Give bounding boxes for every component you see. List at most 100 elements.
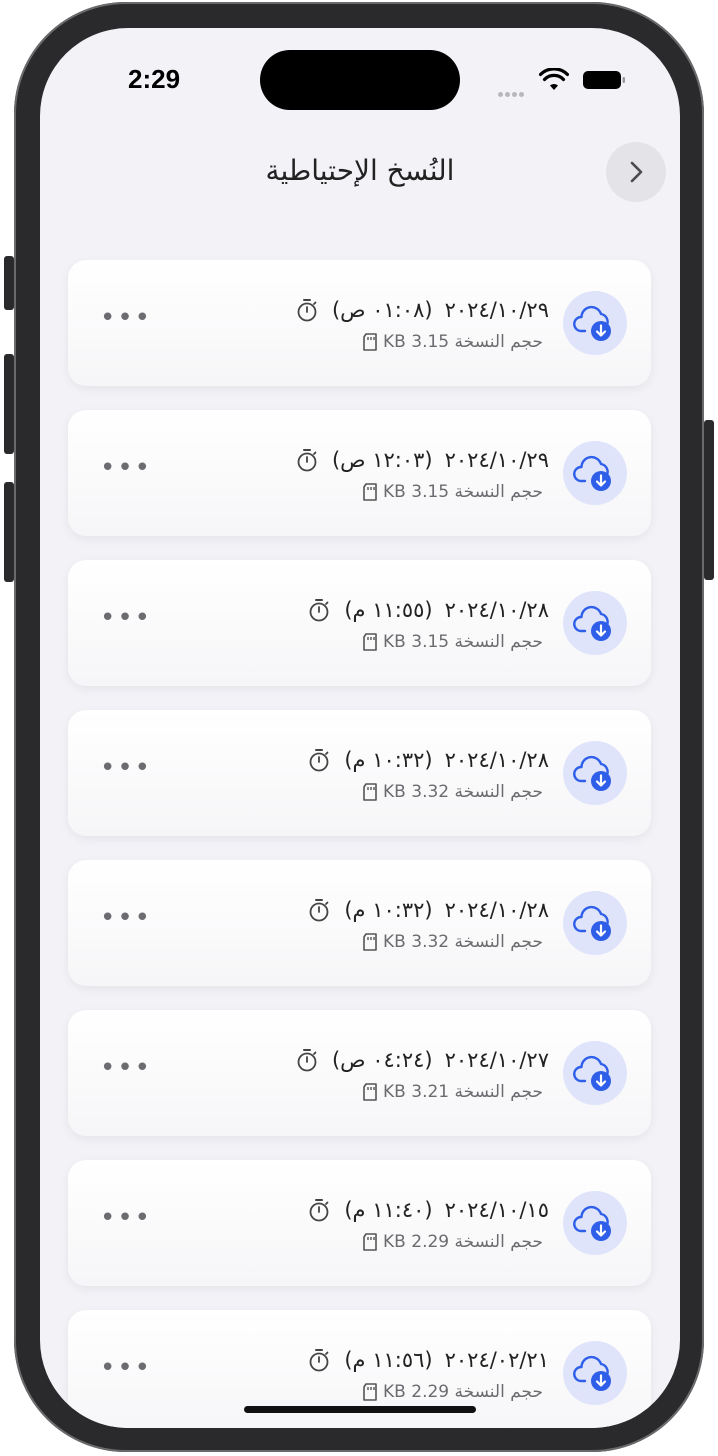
backup-card[interactable]: ٢٠٢٤/١٠/٢٧ (٠٤:٢٤ ص) حجم النسخة 3.21 KB …: [68, 1010, 651, 1136]
backup-time: (١١:٤٠ م): [344, 1198, 433, 1222]
status-time: 2:29: [128, 64, 181, 94]
power-button: [704, 420, 714, 580]
cloud-download-avatar: [563, 741, 627, 805]
more-options-button[interactable]: •••: [100, 305, 152, 331]
backup-size: حجم النسخة 2.29 KB: [383, 1382, 543, 1402]
timer-icon: [297, 1049, 317, 1072]
cloud-download-icon: [573, 455, 611, 491]
backup-time: (١٠:٣٢ م): [344, 898, 433, 922]
more-options-button[interactable]: •••: [100, 905, 152, 931]
backup-datetime: ٢٠٢٤/١٠/١٥ (١١:٤٠ م): [308, 1198, 549, 1222]
more-options-button[interactable]: •••: [100, 1205, 152, 1231]
sd-card-icon: [363, 783, 377, 801]
backup-size: حجم النسخة 2.29 KB: [383, 1232, 543, 1252]
backup-datetime: ٢٠٢٤/١٠/٢٨ (١٠:٣٢ م): [308, 898, 549, 922]
timer-icon: [309, 899, 329, 922]
backup-date: ٢٠٢٤/١٠/٢٨: [444, 898, 549, 922]
timer-icon: [309, 749, 329, 772]
backup-time: (٠١:٠٨ ص): [331, 298, 433, 322]
backup-time: (١٢:٠٣ ص): [331, 448, 433, 472]
backup-size: حجم النسخة 3.21 KB: [383, 1082, 543, 1102]
backup-size-row: حجم النسخة 2.29 KB: [362, 1232, 549, 1252]
backup-size: حجم النسخة 3.32 KB: [383, 932, 543, 952]
cloud-download-icon: [573, 1055, 611, 1091]
backup-size-row: حجم النسخة 3.21 KB: [362, 1082, 549, 1102]
backup-date: ٢٠٢٤/١٠/٢٧: [444, 1048, 549, 1072]
backup-date: ٢٠٢٤/١٠/١٥: [444, 1198, 549, 1222]
backup-datetime: ٢٠٢٤/١٠/٢٧ (٠٤:٢٤ ص): [296, 1048, 549, 1072]
silent-switch: [4, 256, 14, 310]
home-indicator[interactable]: [244, 1406, 476, 1413]
backup-card[interactable]: ٢٠٢٤/١٠/١٥ (١١:٤٠ م) حجم النسخة 2.29 KB …: [68, 1160, 651, 1286]
backup-time: (٠٤:٢٤ ص): [331, 1048, 433, 1072]
backup-date: ٢٠٢٤/١٠/٢٨: [444, 748, 549, 772]
signal-icon: [498, 82, 532, 97]
backup-time: (١٠:٣٢ م): [344, 748, 433, 772]
volume-down-button: [4, 482, 14, 582]
backup-datetime: ٢٠٢٤/٠٢/٢١ (١١:٥٦ م): [308, 1348, 549, 1372]
cloud-download-avatar: [563, 591, 627, 655]
cloud-download-avatar: [563, 1191, 627, 1255]
backup-card[interactable]: ٢٠٢٤/١٠/٢٨ (١١:٥٥ م) حجم النسخة 3.15 KB …: [68, 560, 651, 686]
backup-size-row: حجم النسخة 3.15 KB: [362, 482, 549, 502]
backup-size: حجم النسخة 3.15 KB: [383, 632, 543, 652]
page-title: النُسخ الإحتياطية: [265, 154, 455, 187]
more-options-button[interactable]: •••: [100, 605, 152, 631]
dynamic-island: [260, 50, 460, 110]
cloud-download-avatar: [563, 1041, 627, 1105]
backup-card[interactable]: ٢٠٢٤/١٠/٢٨ (١٠:٣٢ م) حجم النسخة 3.32 KB …: [68, 860, 651, 986]
sd-card-icon: [363, 1233, 377, 1251]
backup-datetime: ٢٠٢٤/١٠/٢٩ (٠١:٠٨ ص): [296, 298, 549, 322]
sd-card-icon: [363, 483, 377, 501]
timer-icon: [309, 1199, 329, 1222]
battery-icon: [583, 71, 625, 89]
backup-size-row: حجم النسخة 2.29 KB: [362, 1382, 549, 1402]
cloud-download-avatar: [563, 291, 627, 355]
volume-up-button: [4, 354, 14, 454]
cloud-download-icon: [573, 755, 611, 791]
cloud-download-avatar: [563, 441, 627, 505]
screen: 2:29 النُسخ الإحتياطية ٢٠٢٤/١٠/٢٩ (٠١:٠٨…: [40, 28, 680, 1428]
backup-size-row: حجم النسخة 3.32 KB: [362, 932, 549, 952]
sd-card-icon: [363, 333, 377, 351]
more-options-button[interactable]: •••: [100, 1355, 152, 1381]
timer-icon: [297, 449, 317, 472]
cloud-download-avatar: [563, 1341, 627, 1405]
cloud-download-icon: [573, 1205, 611, 1241]
backup-list: ٢٠٢٤/١٠/٢٩ (٠١:٠٨ ص) حجم النسخة 3.15 KB …: [68, 260, 651, 1428]
backup-size-row: حجم النسخة 3.15 KB: [362, 332, 549, 352]
backup-card[interactable]: ٢٠٢٤/١٠/٢٨ (١٠:٣٢ م) حجم النسخة 3.32 KB …: [68, 710, 651, 836]
backup-size: حجم النسخة 3.32 KB: [383, 782, 543, 802]
timer-icon: [309, 599, 329, 622]
backup-size: حجم النسخة 3.15 KB: [383, 482, 543, 502]
backup-size-row: حجم النسخة 3.15 KB: [362, 632, 549, 652]
timer-icon: [309, 1349, 329, 1372]
backup-card[interactable]: ٢٠٢٤/١٠/٢٩ (٠١:٠٨ ص) حجم النسخة 3.15 KB …: [68, 260, 651, 386]
backup-size: حجم النسخة 3.15 KB: [383, 332, 543, 352]
more-options-button[interactable]: •••: [100, 455, 152, 481]
timer-icon: [297, 299, 317, 322]
sd-card-icon: [363, 933, 377, 951]
backup-date: ٢٠٢٤/١٠/٢٨: [444, 598, 549, 622]
back-button[interactable]: [606, 142, 666, 202]
more-options-button[interactable]: •••: [100, 755, 152, 781]
sd-card-icon: [363, 1083, 377, 1101]
wifi-icon: [539, 68, 569, 90]
backup-date: ٢٠٢٤/١٠/٢٩: [444, 298, 549, 322]
cloud-download-icon: [573, 605, 611, 641]
backup-time: (١١:٥٥ م): [344, 598, 433, 622]
backup-date: ٢٠٢٤/٠٢/٢١: [444, 1348, 549, 1372]
sd-card-icon: [363, 1383, 377, 1401]
backup-datetime: ٢٠٢٤/١٠/٢٩ (١٢:٠٣ ص): [296, 448, 549, 472]
cloud-download-avatar: [563, 891, 627, 955]
backup-size-row: حجم النسخة 3.32 KB: [362, 782, 549, 802]
backup-datetime: ٢٠٢٤/١٠/٢٨ (١٠:٣٢ م): [308, 748, 549, 772]
cloud-download-icon: [573, 1355, 611, 1391]
backup-card[interactable]: ٢٠٢٤/١٠/٢٩ (١٢:٠٣ ص) حجم النسخة 3.15 KB …: [68, 410, 651, 536]
cloud-download-icon: [573, 905, 611, 941]
backup-datetime: ٢٠٢٤/١٠/٢٨ (١١:٥٥ م): [308, 598, 549, 622]
chevron-right-icon: [630, 161, 643, 183]
cloud-download-icon: [573, 305, 611, 341]
backup-date: ٢٠٢٤/١٠/٢٩: [444, 448, 549, 472]
more-options-button[interactable]: •••: [100, 1055, 152, 1081]
